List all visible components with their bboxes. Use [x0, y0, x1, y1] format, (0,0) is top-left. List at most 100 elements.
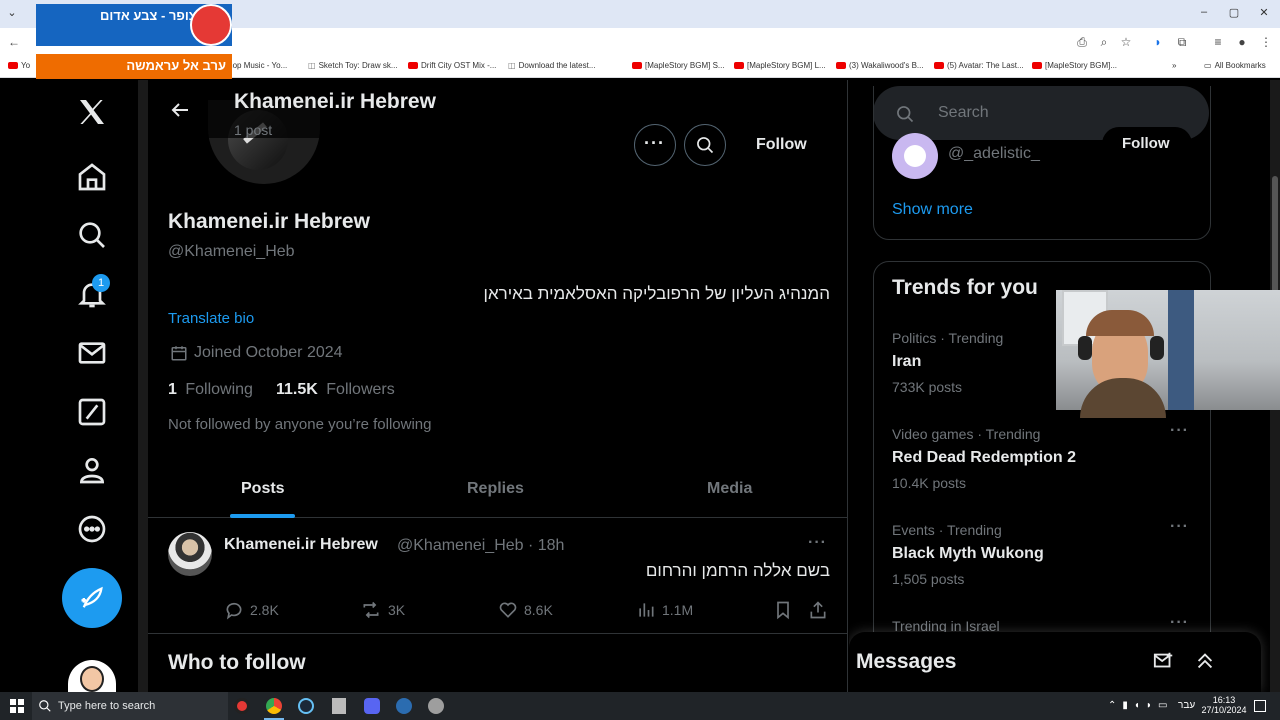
search-profile-button[interactable] — [684, 124, 726, 166]
media-icon[interactable]: ≡ — [1210, 34, 1226, 50]
account-avatar[interactable] — [68, 660, 116, 692]
bookmark-label: Download the latest... — [518, 61, 596, 70]
views-button[interactable]: 1.1M — [636, 600, 693, 620]
following-link[interactable]: 1 Following — [168, 381, 253, 399]
tab-posts[interactable]: Posts — [241, 480, 285, 498]
translate-bio-link[interactable]: Translate bio — [168, 310, 254, 327]
header-post-count: 1 post — [234, 122, 273, 138]
minimize-icon[interactable]: – — [1196, 6, 1212, 18]
bookmark-item[interactable]: (5) Avatar: The Last... — [934, 61, 1024, 70]
suggest-follow-button[interactable]: Follow — [1102, 127, 1192, 161]
expand-up-icon[interactable] — [1194, 650, 1216, 672]
trend-item[interactable]: Events · Trending ··· Black Myth Wukong … — [874, 514, 1210, 594]
suggest-avatar[interactable] — [892, 133, 938, 179]
back-arrow-icon[interactable] — [168, 98, 192, 122]
trend-more-icon[interactable]: ··· — [1170, 614, 1189, 632]
not-followed-note: Not followed by anyone you’re following — [168, 416, 432, 433]
install-icon[interactable]: ⎙ — [1074, 34, 1090, 50]
bookmark-item[interactable]: [MapleStory BGM] S... — [632, 61, 725, 70]
extensions-icon[interactable]: ⧉ — [1174, 34, 1190, 50]
grok-icon[interactable] — [76, 396, 108, 428]
like-button[interactable]: 8.6K — [498, 600, 553, 620]
left-scrollbar[interactable] — [138, 80, 148, 692]
bookmarks-overflow-icon[interactable]: » — [1172, 61, 1176, 70]
maximize-icon[interactable]: ▢ — [1226, 6, 1242, 19]
post-handle-time: @Khamenei_Heb · 18h — [397, 537, 565, 554]
more-circle-icon[interactable] — [76, 513, 108, 545]
action-center-icon[interactable] — [1254, 700, 1266, 712]
profile-avatar-icon[interactable]: ● — [1234, 34, 1250, 50]
tab-replies[interactable]: Replies — [467, 480, 524, 498]
reply-count: 2.8K — [250, 602, 279, 618]
new-message-icon[interactable] — [1153, 650, 1175, 672]
post-item[interactable]: Khamenei.ir Hebrew @Khamenei_Heb · 18h ·… — [148, 518, 847, 634]
reply-button[interactable]: 2.8K — [224, 600, 279, 620]
trend-more-icon[interactable]: ··· — [1170, 422, 1189, 440]
bookmark-icon — [777, 601, 789, 620]
trend-name: Red Dead Redemption 2 — [892, 449, 1077, 466]
messages-title: Messages — [856, 650, 957, 673]
clock[interactable]: 16:13 27/10/2024 — [1200, 695, 1248, 715]
browser-menu-icon[interactable]: ⋮ — [1258, 34, 1274, 50]
folder-icon: ▭ — [1204, 61, 1212, 70]
bookmark-label: Sketch Toy: Draw sk... — [318, 61, 398, 70]
calendar-icon — [170, 344, 188, 362]
messages-drawer[interactable]: Messages — [849, 632, 1261, 692]
app-icon-recorder[interactable] — [234, 698, 250, 714]
app-icon-archive[interactable] — [332, 698, 346, 714]
bookmark-item[interactable]: (3) Wakaliwood's B... — [836, 61, 924, 70]
show-more-link[interactable]: Show more — [892, 201, 973, 219]
profile-handle: @Khamenei_Heb — [168, 243, 295, 260]
close-window-icon[interactable]: ✕ — [1256, 6, 1272, 19]
bookmark-button[interactable] — [773, 600, 793, 620]
youtube-icon — [8, 62, 18, 69]
post-author[interactable]: Khamenei.ir Hebrew — [224, 536, 378, 554]
bookmark-item[interactable]: Drift City OST Mix -... — [408, 61, 496, 70]
more-options-button[interactable]: ··· — [634, 124, 676, 166]
share-button[interactable] — [808, 600, 828, 620]
repost-button[interactable]: 3K — [360, 600, 405, 620]
trend-more-icon[interactable]: ··· — [1170, 518, 1189, 536]
trend-item[interactable]: Video games · Trending ··· Red Dead Rede… — [874, 418, 1210, 498]
bookmark-item[interactable]: [MapleStory BGM] L... — [734, 61, 826, 70]
app-icon-c[interactable] — [396, 698, 412, 714]
follow-button[interactable]: Follow — [736, 126, 826, 164]
app-icon-obs[interactable] — [428, 698, 444, 714]
zoom-icon[interactable]: ⌕ — [1096, 34, 1112, 50]
input-language[interactable]: עבר — [1178, 700, 1195, 711]
explore-search-icon[interactable] — [76, 219, 108, 251]
bookmark-item[interactable]: [MapleStory BGM]... — [1032, 61, 1117, 70]
followers-link[interactable]: 11.5K Followers — [276, 381, 395, 399]
back-icon[interactable]: ← — [6, 34, 22, 50]
all-bookmarks-button[interactable]: ▭ All Bookmarks — [1204, 61, 1266, 70]
trend-count: 733K posts — [892, 379, 963, 395]
chrome-icon[interactable] — [266, 698, 282, 714]
bookmark-item[interactable]: ◫ Download the latest... — [508, 61, 596, 70]
suggest-follow-label: Follow — [1122, 135, 1170, 152]
post-avatar[interactable] — [168, 532, 212, 576]
post-text: בשם אללה הרחמן והרחום — [645, 561, 830, 580]
profile-bio: המנהיג העליון של הרפובליקה האסלאמית באיר… — [483, 284, 830, 303]
system-tray-icons[interactable]: ⌃▮◖◗▭ — [1108, 700, 1173, 711]
discord-icon[interactable] — [364, 698, 380, 714]
follow-label: Follow — [756, 136, 807, 153]
home-icon[interactable] — [76, 161, 108, 193]
post-more-icon[interactable]: ··· — [808, 534, 827, 552]
windows-start-icon[interactable] — [10, 699, 24, 713]
extension-audio-icon[interactable]: ◗ — [1150, 34, 1166, 50]
bookmark-label: [MapleStory BGM] L... — [747, 61, 826, 70]
bookmark-item[interactable]: ◫ Sketch Toy: Draw sk... — [308, 61, 398, 70]
bookmark-star-icon[interactable]: ☆ — [1118, 34, 1134, 50]
steam-icon[interactable] — [298, 698, 314, 714]
all-bookmarks-label: All Bookmarks — [1214, 61, 1266, 70]
bookmark-label: Yo — [21, 61, 31, 70]
tab-media[interactable]: Media — [707, 480, 752, 498]
compose-post-button[interactable] — [62, 568, 122, 628]
bookmark-item[interactable]: Yo — [8, 61, 30, 70]
tab-list-icon[interactable]: ⌄ — [4, 6, 20, 19]
suggest-handle[interactable]: @_adelistic_ — [948, 145, 1040, 163]
x-logo-icon[interactable] — [76, 96, 108, 128]
taskbar-search-box[interactable]: Type here to search — [32, 692, 228, 720]
profile-icon[interactable] — [76, 454, 108, 486]
messages-icon[interactable] — [76, 337, 108, 369]
